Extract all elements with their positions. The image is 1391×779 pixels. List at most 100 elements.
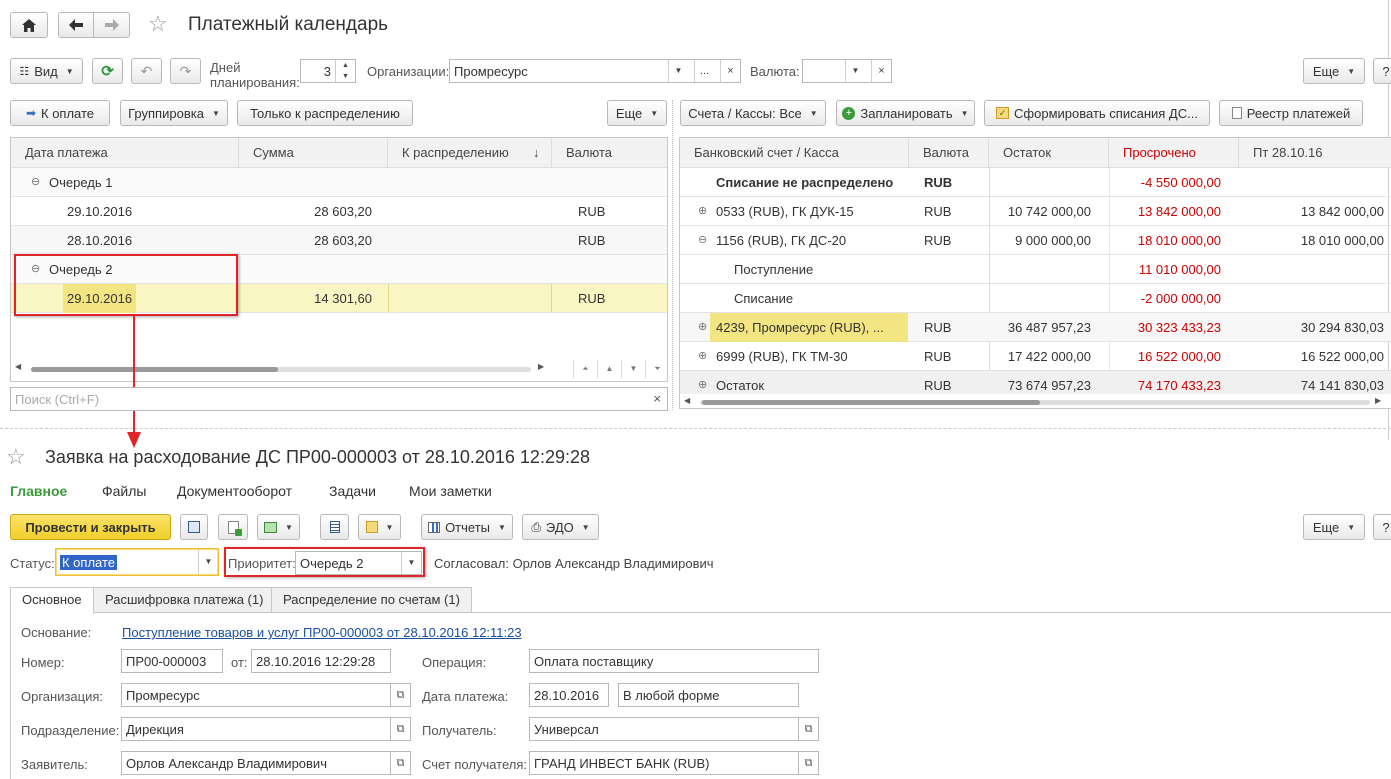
org-select[interactable]: Промресурс ▼ ... × <box>449 59 741 83</box>
redo-button[interactable]: ↷ <box>170 58 201 84</box>
tab-distribution[interactable]: Распределение по счетам (1) <box>271 587 472 613</box>
save-button[interactable] <box>180 514 208 540</box>
back-button[interactable] <box>58 12 94 38</box>
scroll-left-icon[interactable]: ◀ <box>684 396 690 405</box>
horizontal-scrollbar[interactable]: ◀ ▶ <box>680 394 1391 408</box>
accounts-button[interactable]: Счета / Кассы: Все ▼ <box>680 100 826 126</box>
chevron-down-icon[interactable]: ▼ <box>198 549 218 575</box>
scroll-right-icon[interactable]: ▶ <box>538 362 544 371</box>
table-row[interactable]: ⊕ 0533 (RUB), ГК ДУК-15 RUB 10 742 000,00 13… <box>680 197 1391 226</box>
currency-select[interactable]: ▼ × <box>802 59 892 83</box>
operation-field[interactable]: Оплата поставщику <box>529 649 819 673</box>
table-row[interactable]: ⊕ 6999 (RUB), ГК ТМ-30 RUB 17 422 000,00 16 … <box>680 342 1391 371</box>
col-balance[interactable]: Остаток <box>989 138 1109 168</box>
number-field[interactable]: ПР00-000003 <box>121 649 223 673</box>
group-row[interactable]: ⊖ Очередь 1 <box>11 168 667 197</box>
left-more-button[interactable]: Еще ▼ <box>607 100 667 126</box>
post-button[interactable] <box>218 514 248 540</box>
expand-icon[interactable]: ⊕ <box>698 313 707 342</box>
splitter[interactable] <box>672 100 673 410</box>
doc-help-button[interactable]: ? <box>1373 514 1391 540</box>
print-attach-button[interactable]: ▼ <box>358 514 401 540</box>
doc-more-button[interactable]: Еще ▼ <box>1303 514 1365 540</box>
open-icon[interactable]: ⧉ <box>391 683 411 707</box>
col-payment-date[interactable]: Дата платежа <box>11 138 239 168</box>
col-date-1[interactable]: Пт 28.10.16 <box>1239 138 1391 168</box>
nav-main[interactable]: Главное <box>10 483 67 499</box>
reports-button[interactable]: Отчеты ▼ <box>421 514 513 540</box>
table-row[interactable]: ⊕ 4239, Промресурс (RUB), ... RUB 36 487 95… <box>680 313 1391 342</box>
nav-notes[interactable]: Мои заметки <box>409 483 492 499</box>
chevron-down-icon[interactable]: ▼ <box>401 552 421 574</box>
home-button[interactable] <box>10 12 48 38</box>
scroll-thumb[interactable] <box>31 367 278 372</box>
open-icon[interactable]: ⧉ <box>799 717 819 741</box>
scroll-bottom-icon[interactable]: ⏷ <box>645 360 667 378</box>
undo-button[interactable]: ↶ <box>131 58 162 84</box>
scroll-thumb[interactable] <box>702 400 1040 405</box>
scroll-right-icon[interactable]: ▶ <box>1375 396 1381 405</box>
table-row[interactable]: Списание не распределено RUB -4 550 000,00 <box>680 168 1391 197</box>
days-stepper[interactable]: ▲ ▼ <box>335 60 355 82</box>
clear-icon[interactable]: × <box>871 60 891 82</box>
table-row[interactable]: 29.10.2016 28 603,20 RUB <box>11 197 667 226</box>
applicant-field[interactable]: Орлов Александр Владимирович <box>121 751 391 775</box>
tab-payment-details[interactable]: Расшифровка платежа (1) <box>93 587 276 613</box>
col-sum[interactable]: Сумма <box>239 138 388 168</box>
refresh-button[interactable]: ⟳ <box>92 58 123 84</box>
horizontal-scrollbar[interactable]: ◀ ▶ ⏶ ▲ ▼ ⏷ <box>11 359 667 379</box>
payment-form-field[interactable]: В любой форме <box>618 683 799 707</box>
clear-icon[interactable]: × <box>653 391 661 406</box>
col-currency[interactable]: Валюта <box>552 138 667 168</box>
scroll-up-icon[interactable]: ▲ <box>597 360 621 378</box>
post-close-button[interactable]: Провести и закрыть <box>10 514 171 540</box>
tab-main[interactable]: Основное <box>10 587 94 614</box>
clear-icon[interactable]: × <box>720 60 740 82</box>
table-row[interactable]: Списание -2 000 000,00 <box>680 284 1391 313</box>
help-button[interactable]: ? <box>1373 58 1391 84</box>
priority-select[interactable]: Очередь 2 ▼ <box>295 551 422 575</box>
department-field[interactable]: Дирекция <box>121 717 391 741</box>
basis-link[interactable]: Поступление товаров и услуг ПР00-000003 … <box>122 625 522 640</box>
table-row[interactable]: ⊖ 1156 (RUB), ГК ДС-20 RUB 9 000 000,00 18 0… <box>680 226 1391 255</box>
favorite-star-icon[interactable]: ☆ <box>148 11 168 37</box>
recipient-account-field[interactable]: ГРАНД ИНВЕСТ БАНК (RUB) <box>529 751 799 775</box>
open-icon[interactable]: ⧉ <box>799 751 819 775</box>
status-select[interactable]: К оплате ▼ <box>55 548 219 576</box>
table-row[interactable]: Поступление 11 010 000,00 <box>680 255 1391 284</box>
collapse-icon[interactable]: ⊖ <box>31 168 40 197</box>
col-currency[interactable]: Валюта <box>909 138 989 168</box>
grouping-button[interactable]: Группировка ▼ <box>120 100 228 126</box>
to-pay-button[interactable]: ➡ К оплате <box>10 100 110 126</box>
only-distribution-button[interactable]: Только к распределению <box>237 100 413 126</box>
form-writeoff-button[interactable]: ✓ Сформировать списания ДС... <box>984 100 1210 126</box>
organization-field[interactable]: Промресурс <box>121 683 391 707</box>
nav-files[interactable]: Файлы <box>102 483 146 499</box>
col-to-distribute[interactable]: К распределению ↓ <box>388 138 552 168</box>
open-icon[interactable]: ⧉ <box>391 717 411 741</box>
expand-icon[interactable]: ⊕ <box>698 197 707 226</box>
col-overdue[interactable]: Просрочено <box>1109 138 1239 168</box>
table-row[interactable]: 28.10.2016 28 603,20 RUB <box>11 226 667 255</box>
payment-date-field[interactable]: 28.10.2016 <box>529 683 609 707</box>
date-field[interactable]: 28.10.2016 12:29:28 <box>251 649 391 673</box>
collapse-icon[interactable]: ⊖ <box>698 226 707 255</box>
forward-button[interactable] <box>93 12 130 38</box>
more-button[interactable]: Еще ▼ <box>1303 58 1365 84</box>
search-input[interactable]: Поиск (Ctrl+F) × <box>10 387 668 411</box>
edo-button[interactable]: ⎙ ЭДО ▼ <box>522 514 599 540</box>
chevron-down-icon[interactable]: ▼ <box>845 60 865 82</box>
more-select-icon[interactable]: ... <box>694 60 714 82</box>
nav-tasks[interactable]: Задачи <box>329 483 376 499</box>
create-based-button[interactable]: ▼ <box>257 514 300 540</box>
chevron-down-icon[interactable]: ▼ <box>668 60 688 82</box>
nav-docflow[interactable]: Документооборот <box>177 483 292 499</box>
expand-icon[interactable]: ⊕ <box>698 342 707 371</box>
scroll-down-icon[interactable]: ▼ <box>621 360 645 378</box>
scroll-top-icon[interactable]: ⏶ <box>573 360 597 378</box>
view-button[interactable]: ☷ Вид ▼ <box>10 58 83 84</box>
favorite-star-icon[interactable]: ☆ <box>6 444 26 470</box>
plan-button[interactable]: + Запланировать ▼ <box>836 100 975 126</box>
scroll-left-icon[interactable]: ◀ <box>15 362 21 371</box>
col-bank-account[interactable]: Банковский счет / Касса <box>680 138 909 168</box>
